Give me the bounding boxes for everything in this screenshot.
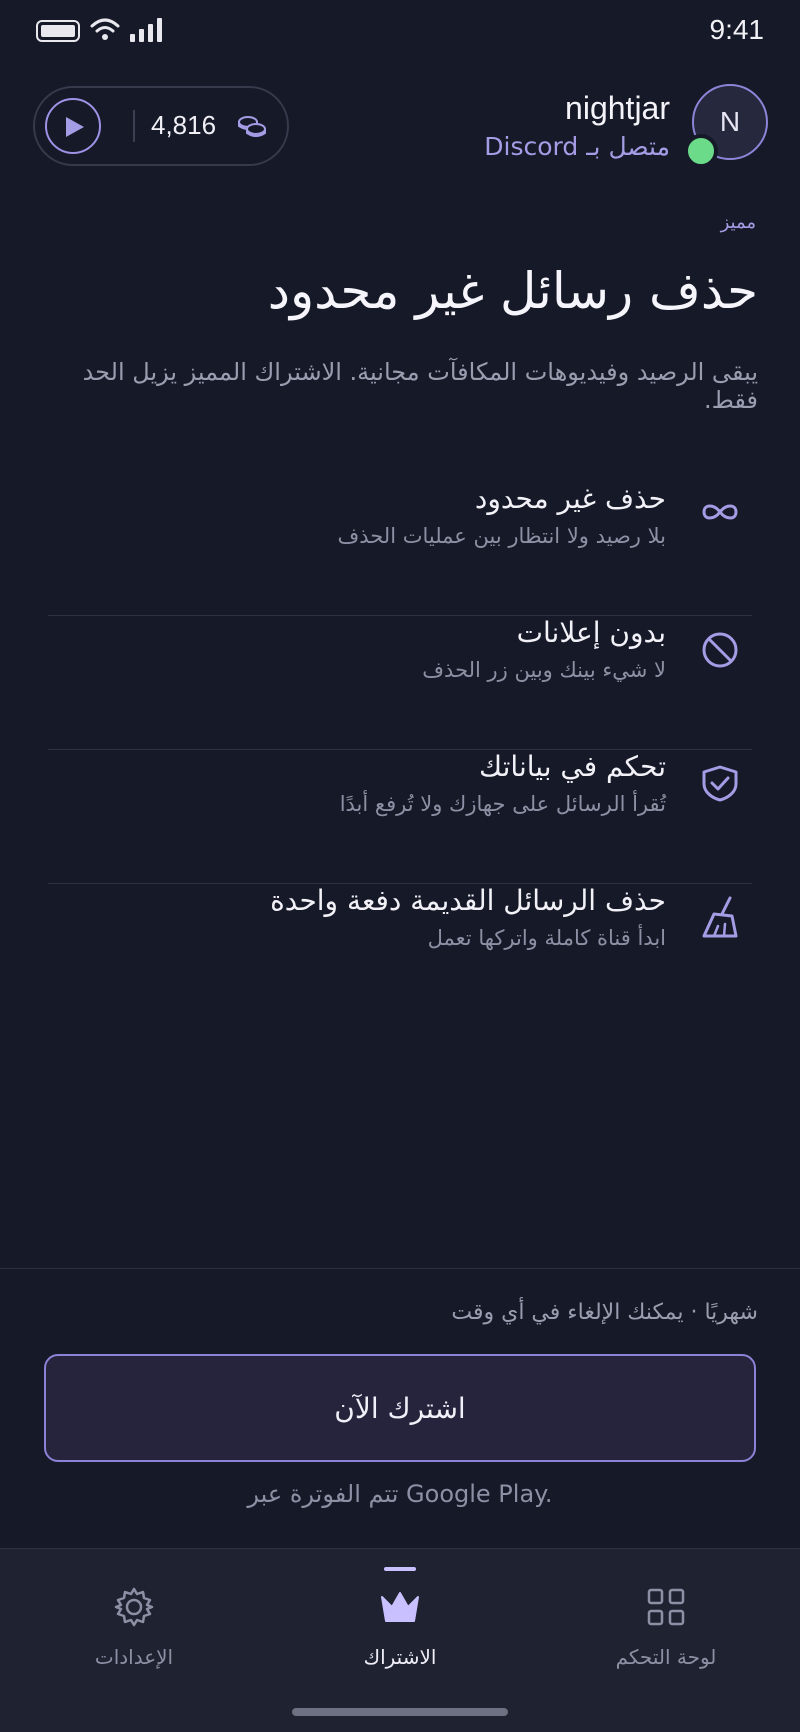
feature-title: حذف الرسائل القديمة دفعة واحدة bbox=[270, 884, 666, 917]
feature-desc: لا شيء بينك وبين زر الحذف bbox=[422, 658, 666, 682]
page-subtitle: يبقى الرصيد وفيديوهات المكافآت مجانية. ا… bbox=[82, 358, 758, 414]
no-ads-icon bbox=[702, 632, 738, 668]
tab-subscription[interactable]: الاشتراك bbox=[300, 1549, 500, 1689]
active-tab-indicator bbox=[384, 1567, 416, 1571]
feature-title: تحكم في بياناتك bbox=[479, 750, 666, 783]
pill-divider bbox=[133, 110, 135, 142]
play-icon bbox=[66, 117, 84, 137]
tab-label: الاشتراك bbox=[363, 1645, 437, 1669]
subscribe-button[interactable]: اشترك الآن bbox=[44, 1354, 756, 1462]
status-time: 9:41 bbox=[709, 14, 765, 45]
broom-icon bbox=[702, 896, 738, 938]
online-status-dot bbox=[684, 134, 718, 168]
feature-unlimited-delete: حذف غير محدود بلا رصيد ولا انتظار بين عم… bbox=[48, 482, 752, 616]
shield-check-icon bbox=[702, 765, 738, 802]
coin-balance-pill[interactable]: 4,816 bbox=[33, 86, 289, 166]
tab-label: لوحة التحكم bbox=[615, 1645, 717, 1669]
bottom-nav: الإعدادات الاشتراك لوحة التحكم bbox=[0, 1548, 800, 1732]
coin-balance: 4,816 bbox=[151, 110, 217, 140]
tab-label: الإعدادات bbox=[94, 1645, 174, 1669]
gear-icon bbox=[114, 1587, 154, 1627]
watch-video-button[interactable] bbox=[45, 98, 101, 154]
plan-info: شهريًا · يمكنك الإلغاء في أي وقت bbox=[451, 1300, 758, 1325]
battery-icon bbox=[36, 20, 80, 42]
feature-title: بدون إعلانات bbox=[516, 616, 666, 649]
premium-badge: مميز bbox=[720, 212, 756, 233]
crown-icon bbox=[381, 1592, 419, 1622]
feature-data-control: تحكم في بياناتك تُقرأ الرسائل على جهازك … bbox=[48, 750, 752, 884]
feature-no-ads: بدون إعلانات لا شيء بينك وبين زر الحذف bbox=[48, 616, 752, 750]
wifi-icon bbox=[90, 18, 120, 40]
coins-icon bbox=[238, 116, 266, 137]
tab-dashboard[interactable]: لوحة التحكم bbox=[566, 1549, 766, 1689]
signal-icon bbox=[130, 18, 162, 42]
username: nightjar bbox=[565, 90, 670, 126]
cta-divider bbox=[0, 1268, 800, 1269]
status-bar: 9:41 bbox=[0, 0, 800, 62]
infinity-icon bbox=[702, 504, 738, 520]
feature-desc: تُقرأ الرسائل على جهازك ولا تُرفع أبدًا bbox=[339, 792, 666, 816]
home-indicator[interactable] bbox=[292, 1708, 508, 1716]
feature-desc: ابدأ قناة كاملة واتركها تعمل bbox=[427, 926, 666, 950]
connection-status: متصل بـ Discord bbox=[484, 132, 670, 161]
billing-note: تتم الفوترة عبر Google Play. bbox=[247, 1480, 553, 1508]
feature-desc: بلا رصيد ولا انتظار بين عمليات الحذف bbox=[337, 524, 666, 548]
tab-settings[interactable]: الإعدادات bbox=[34, 1549, 234, 1689]
feature-bulk-delete: حذف الرسائل القديمة دفعة واحدة ابدأ قناة… bbox=[48, 884, 752, 1018]
page-title: حذف رسائل غير محدود bbox=[267, 262, 758, 320]
feature-title: حذف غير محدود bbox=[474, 482, 666, 515]
grid-icon bbox=[647, 1588, 685, 1626]
